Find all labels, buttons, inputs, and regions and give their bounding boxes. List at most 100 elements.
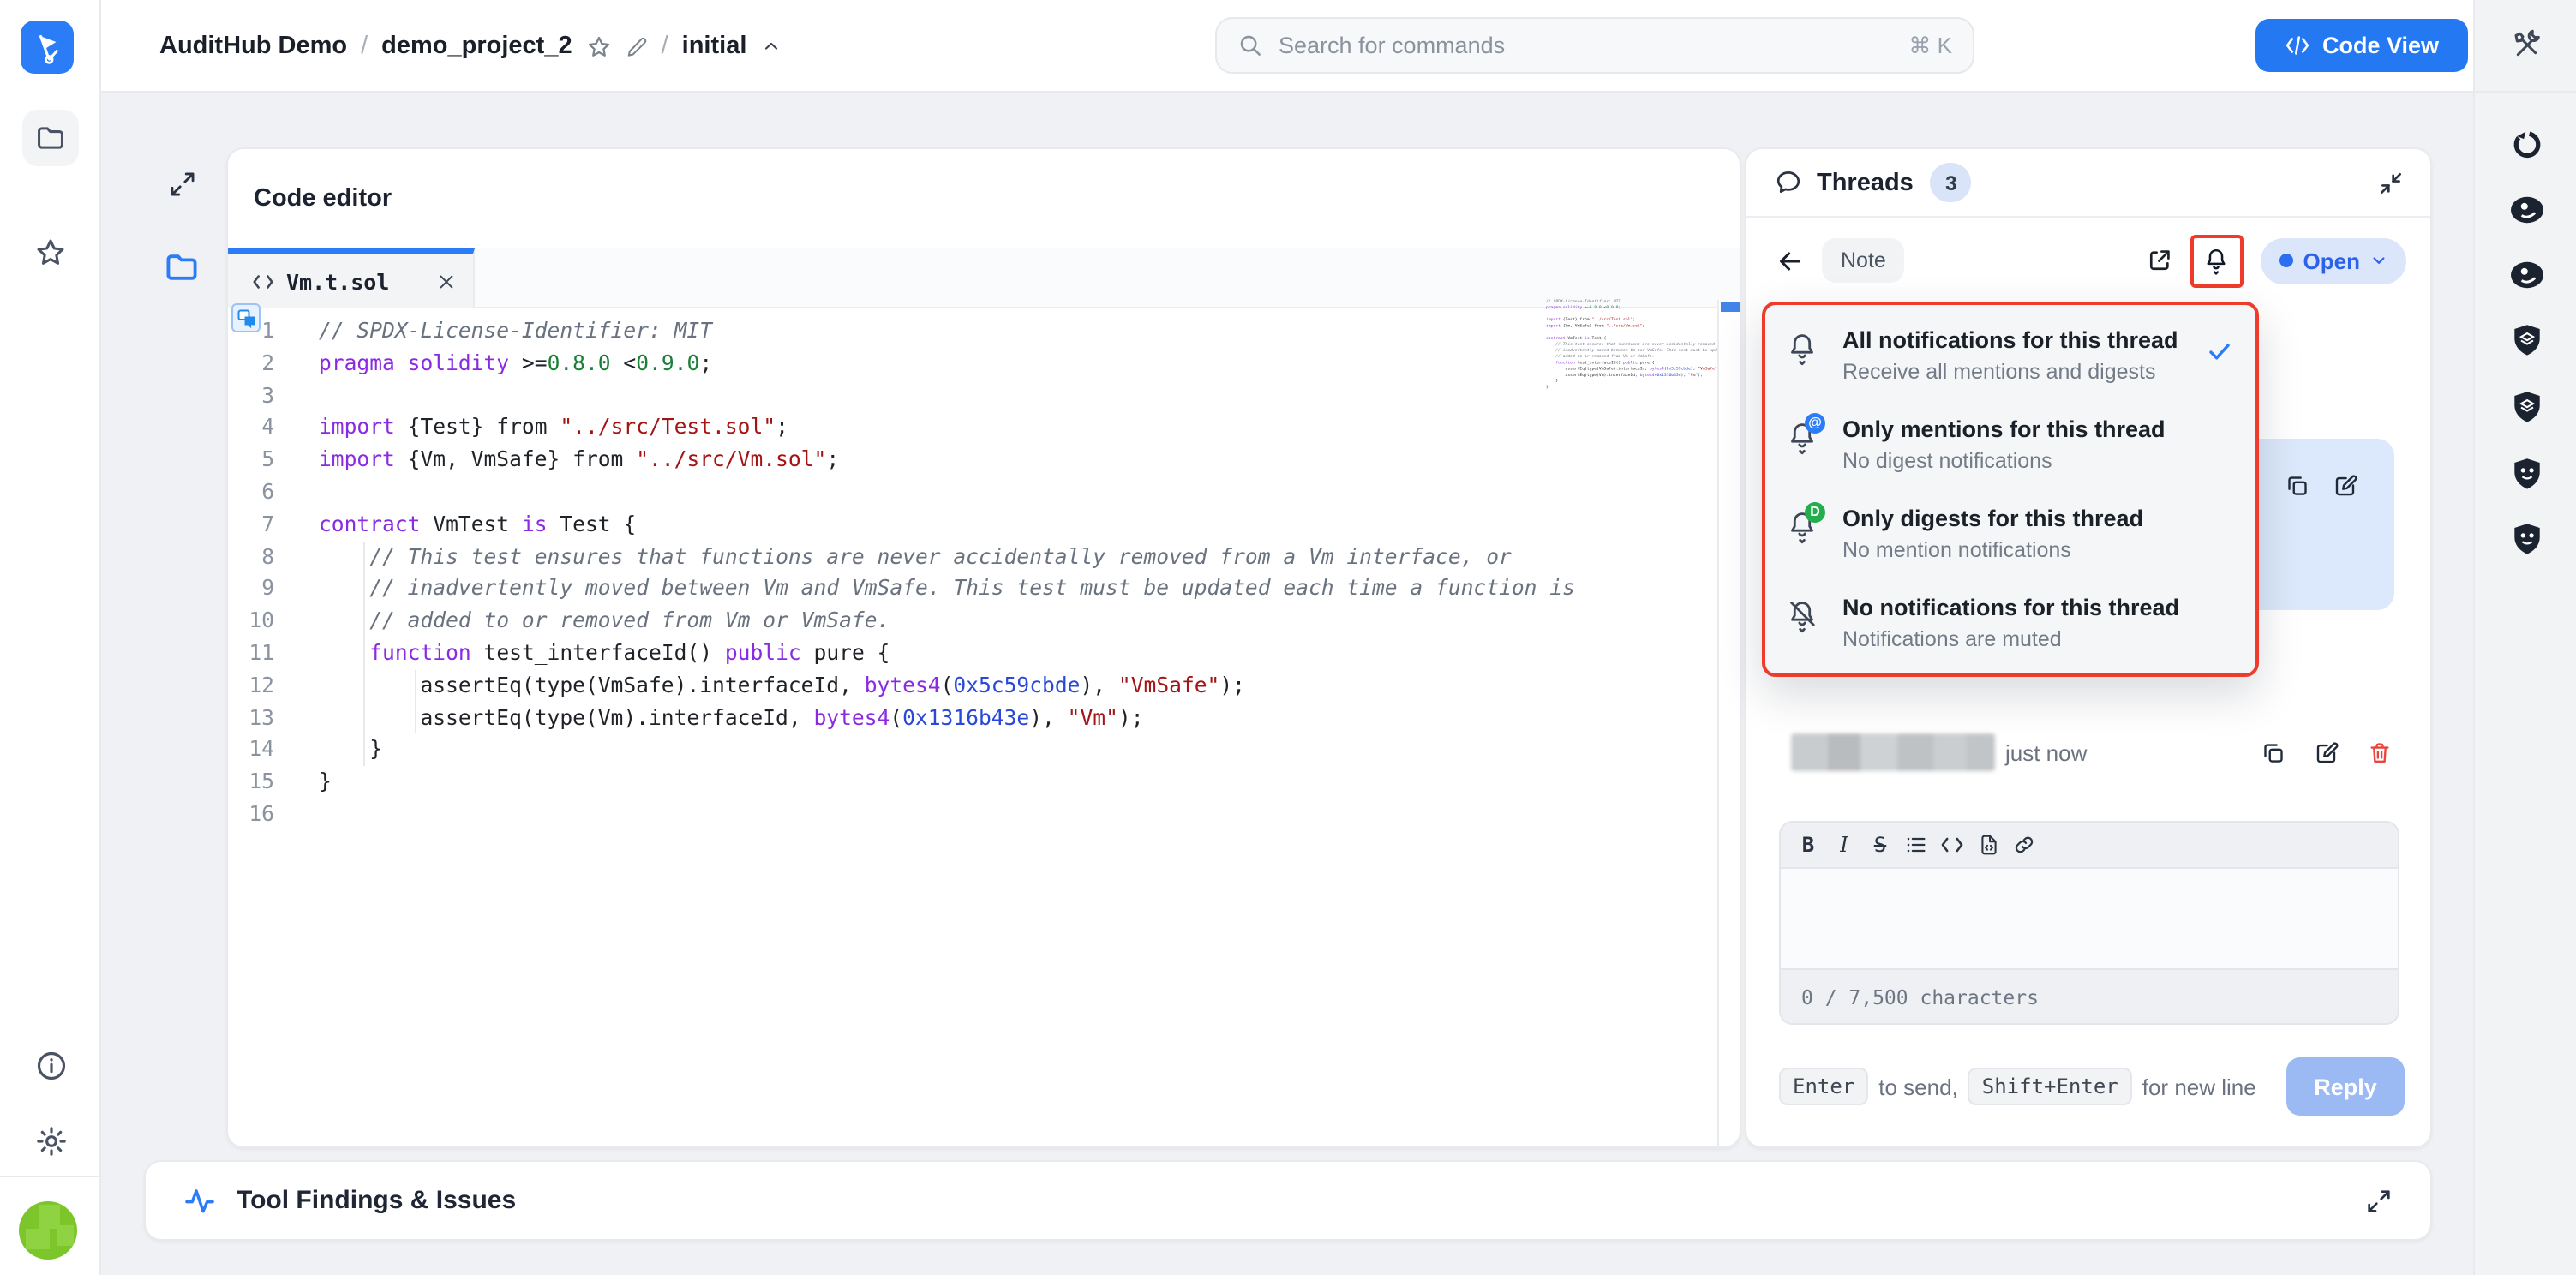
- notification-option-2[interactable]: @Only mentions for this threadNo digest …: [1765, 403, 2255, 492]
- option-subtitle: Notifications are muted: [1842, 623, 2179, 654]
- reply-textarea[interactable]: [1781, 869, 2398, 968]
- back-button[interactable]: [1776, 246, 1805, 275]
- delete-icon[interactable]: [2367, 739, 2393, 765]
- code-line[interactable]: 16: [228, 799, 1740, 831]
- command-search-input[interactable]: Search for commands ⌘ K: [1215, 17, 1974, 74]
- tab-vm-t-sol[interactable]: Vm.t.sol: [228, 248, 475, 308]
- line-number: 8: [228, 541, 319, 573]
- code-line[interactable]: 3: [228, 380, 1740, 412]
- list-button[interactable]: [1902, 828, 1930, 862]
- left-sidebar: [0, 0, 101, 1275]
- rail-tool-6-shield-crest-logo[interactable]: [2475, 441, 2576, 507]
- editor-scrollbar[interactable]: [1717, 300, 1741, 1146]
- notification-menu: All notifications for this threadReceive…: [1762, 302, 2259, 677]
- composer-toolbar: BIS: [1781, 823, 2398, 869]
- edit-icon[interactable]: [2314, 739, 2339, 765]
- file-explorer-button[interactable]: [22, 110, 79, 166]
- code-line[interactable]: 4import {Test} from "../src/Test.sol";: [228, 412, 1740, 445]
- option-subtitle: Receive all mentions and digests: [1842, 356, 2178, 386]
- rail-tool-3-orb-logo[interactable]: [2475, 242, 2576, 308]
- copy-icon[interactable]: [2285, 473, 2310, 499]
- rail-tool-2-orb-logo[interactable]: [2475, 176, 2576, 242]
- star-icon: [34, 236, 67, 269]
- expand-editor-button[interactable]: [168, 170, 197, 199]
- char-count: 0 / 7,500 characters: [1801, 985, 2039, 1009]
- tool-logo-list: [2475, 110, 2576, 574]
- rail-tool-5-shield-cube-logo[interactable]: [2475, 375, 2576, 441]
- line-comment-indicator[interactable]: [231, 303, 261, 332]
- rail-tool-4-shield-cube-logo[interactable]: [2475, 308, 2576, 374]
- user-avatar[interactable]: [19, 1201, 77, 1260]
- rail-tool-7-shield-crest-logo[interactable]: [2475, 507, 2576, 573]
- close-icon[interactable]: [437, 272, 456, 290]
- app-logo[interactable]: [21, 21, 74, 74]
- breadcrumb-repo[interactable]: demo_project_2: [381, 33, 572, 60]
- open-external-button[interactable]: [2146, 247, 2173, 274]
- reply-button[interactable]: Reply: [2286, 1057, 2405, 1116]
- code-view-button[interactable]: Code View: [2255, 19, 2468, 72]
- bell-mention-icon: @: [1786, 415, 1827, 464]
- threads-count-badge: 3: [1931, 163, 1972, 202]
- code-area[interactable]: 1// SPDX-License-Identifier: MIT2pragma …: [228, 308, 1740, 1146]
- notification-settings-button[interactable]: [2190, 234, 2244, 287]
- star-icon[interactable]: [586, 33, 612, 59]
- chevron-down-icon: [2370, 252, 2387, 269]
- hint-text: to send,: [1878, 1074, 1958, 1099]
- notification-option-3[interactable]: DOnly digests for this threadNo mention …: [1765, 492, 2255, 581]
- file-code-button[interactable]: [1974, 828, 2002, 862]
- bell-digest-icon: D: [1786, 504, 1827, 554]
- code-line[interactable]: 1// SPDX-License-Identifier: MIT: [228, 315, 1740, 348]
- code-lines: 1// SPDX-License-Identifier: MIT2pragma …: [228, 308, 1740, 831]
- code-button[interactable]: [1938, 828, 1966, 862]
- scrollbar-thumb[interactable]: [1721, 302, 1741, 312]
- settings-button[interactable]: [22, 1112, 79, 1169]
- collapse-panel-button[interactable]: [2377, 169, 2405, 196]
- line-number: 10: [228, 605, 319, 638]
- favorites-button[interactable]: [22, 224, 79, 281]
- breadcrumb-project[interactable]: AuditHub Demo: [159, 33, 347, 60]
- code-view-label: Code View: [2322, 33, 2439, 58]
- code-line[interactable]: 12 assertEq(type(VmSafe).interfaceId, by…: [228, 670, 1740, 703]
- code-line[interactable]: 14 }: [228, 734, 1740, 767]
- italic-button[interactable]: I: [1830, 828, 1858, 862]
- link-button[interactable]: [2010, 828, 2038, 862]
- threads-title: Threads: [1817, 169, 1914, 196]
- code-line[interactable]: 7contract VmTest is Test {: [228, 509, 1740, 542]
- code-line[interactable]: 10 // added to or removed from Vm or VmS…: [228, 605, 1740, 638]
- edit-pencil-icon[interactable]: [626, 35, 648, 57]
- code-line[interactable]: 9 // inadvertently moved between Vm and …: [228, 573, 1740, 606]
- bell-off-icon: [1786, 593, 1827, 634]
- code-line[interactable]: 11 function test_interfaceId() public pu…: [228, 638, 1740, 670]
- tool-findings-panel[interactable]: Tool Findings & Issues: [144, 1160, 2432, 1241]
- copy-icon[interactable]: [2261, 739, 2286, 765]
- code-line[interactable]: 2pragma solidity >=0.8.0 <0.9.0;: [228, 348, 1740, 380]
- notification-option-1[interactable]: All notifications for this threadReceive…: [1765, 314, 2255, 403]
- chevron-up-icon[interactable]: [760, 36, 781, 57]
- editor-panel-title: Code editor: [254, 149, 392, 248]
- indent-guide: [363, 541, 365, 766]
- bold-button[interactable]: B: [1794, 828, 1822, 862]
- notification-option-4[interactable]: No notifications for this threadNotifica…: [1765, 581, 2255, 670]
- code-line[interactable]: 13 assertEq(type(Vm).interfaceId, bytes4…: [228, 702, 1740, 734]
- code-line[interactable]: 6: [228, 476, 1740, 509]
- rail-tool-1-swirl-logo[interactable]: [2475, 110, 2576, 176]
- file-tree-toggle-button[interactable]: [163, 248, 201, 286]
- check-icon: [2206, 338, 2233, 365]
- breadcrumb-version[interactable]: initial: [682, 33, 747, 60]
- code-line[interactable]: 15}: [228, 766, 1740, 799]
- expand-icon: [168, 170, 197, 199]
- folder-icon: [163, 248, 201, 286]
- code-line[interactable]: 8 // This test ensures that functions ar…: [228, 541, 1740, 573]
- line-number: 5: [228, 444, 319, 476]
- minimap[interactable]: // SPDX-License-Identifier: MITpragma so…: [1546, 298, 1719, 538]
- thread-status-select[interactable]: Open: [2261, 237, 2406, 284]
- sidebar-divider: [0, 1176, 101, 1177]
- info-button[interactable]: [22, 1037, 79, 1093]
- expand-findings-button[interactable]: [2365, 1187, 2393, 1214]
- edit-icon[interactable]: [2333, 473, 2358, 499]
- code-line[interactable]: 5import {Vm, VmSafe} from "../src/Vm.sol…: [228, 444, 1740, 476]
- breadcrumb-separator: /: [361, 33, 368, 60]
- strikethrough-button[interactable]: S: [1866, 828, 1894, 862]
- tools-button[interactable]: [2475, 17, 2576, 75]
- line-number: 11: [228, 638, 319, 670]
